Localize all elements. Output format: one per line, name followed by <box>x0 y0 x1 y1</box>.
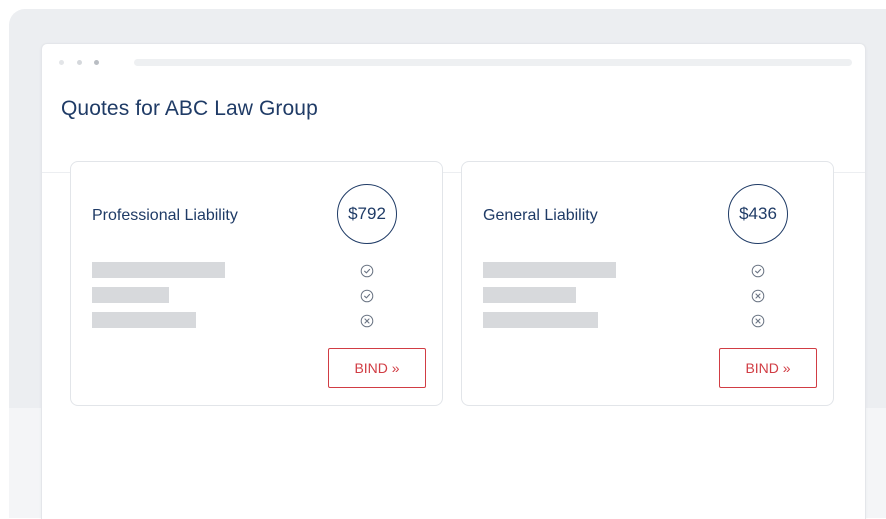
feature-placeholder-bar <box>92 312 196 328</box>
address-bar[interactable] <box>134 59 852 66</box>
quote-card-general-liability: General Liability $436 BIND » <box>461 161 834 406</box>
quote-title: General Liability <box>483 207 598 224</box>
page-title: Quotes for ABC Law Group <box>61 97 318 120</box>
feature-placeholder-bar <box>483 287 576 303</box>
x-circle-icon <box>751 289 765 303</box>
window-dot-close[interactable] <box>59 60 64 65</box>
check-circle-icon <box>360 264 374 278</box>
feature-placeholder-bar <box>483 262 616 278</box>
quote-title: Professional Liability <box>92 207 238 224</box>
quote-card-professional-liability: Professional Liability $792 BIND » <box>70 161 443 406</box>
bind-button[interactable]: BIND » <box>719 348 817 388</box>
quote-price: $792 <box>337 184 397 244</box>
page-header: Quotes for ABC Law Group <box>42 80 865 173</box>
feature-placeholder-bar <box>92 262 225 278</box>
bind-button[interactable]: BIND » <box>328 348 426 388</box>
check-circle-icon <box>360 289 374 303</box>
x-circle-icon <box>751 314 765 328</box>
browser-window: Quotes for ABC Law Group Professional Li… <box>41 43 866 519</box>
window-dot-minimize[interactable] <box>77 60 82 65</box>
feature-placeholder-bar <box>483 312 598 328</box>
window-dot-maximize[interactable] <box>94 60 99 65</box>
window-chrome <box>42 44 865 80</box>
check-circle-icon <box>751 264 765 278</box>
feature-placeholder-bar <box>92 287 169 303</box>
x-circle-icon <box>360 314 374 328</box>
quote-price: $436 <box>728 184 788 244</box>
